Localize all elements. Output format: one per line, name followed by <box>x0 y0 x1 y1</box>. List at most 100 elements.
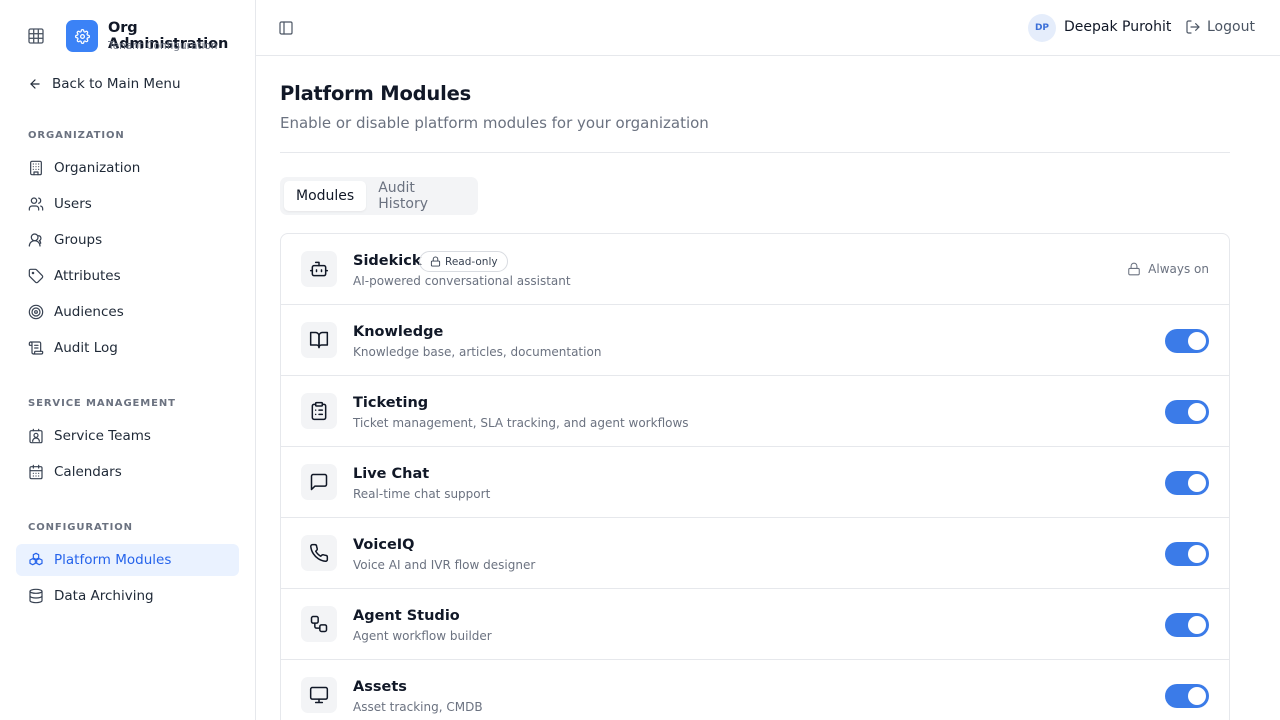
users-icon <box>28 197 44 211</box>
tab-list: Modules Audit History <box>280 177 478 215</box>
module-toggle-ticketing[interactable] <box>1165 400 1209 424</box>
section-label-configuration: CONFIGURATION <box>28 522 133 533</box>
sidebar-item-organization[interactable]: Organization <box>16 152 239 184</box>
brand-header: Org Administration Tenant Configuration <box>0 0 256 72</box>
sidebar-item-groups[interactable]: Groups <box>16 224 239 256</box>
section-label-service-management: SERVICE MANAGEMENT <box>28 398 176 409</box>
section-label-organization: ORGANIZATION <box>28 130 125 141</box>
sidebar-item-label: Audit Log <box>54 340 118 356</box>
sidebar-item-label: Data Archiving <box>54 588 154 604</box>
user-name[interactable]: Deepak Purohit <box>1064 19 1171 35</box>
lock-icon <box>430 256 441 267</box>
divider <box>280 152 1230 153</box>
module-row-ticketing: Ticketing Ticket management, SLA trackin… <box>281 376 1229 447</box>
module-description: Agent workflow builder <box>353 629 492 643</box>
sidebar-item-label: Users <box>54 196 92 212</box>
logout-label: Logout <box>1207 19 1255 35</box>
read-only-badge: Read-only <box>419 251 508 272</box>
module-row-knowledge: Knowledge Knowledge base, articles, docu… <box>281 305 1229 376</box>
back-label: Back to Main Menu <box>52 76 181 92</box>
scroll-icon <box>28 341 44 355</box>
bot-icon <box>309 261 329 277</box>
sidebar-item-label: Attributes <box>54 268 121 284</box>
module-description: AI-powered conversational assistant <box>353 274 571 288</box>
module-name: Knowledge <box>353 324 444 340</box>
sidebar-item-label: Service Teams <box>54 428 151 444</box>
sidebar-item-audiences[interactable]: Audiences <box>16 296 239 328</box>
sidebar-item-users[interactable]: Users <box>16 188 239 220</box>
sidebar-toggle-icon[interactable] <box>278 20 294 36</box>
building-icon <box>30 160 42 176</box>
module-name: VoiceIQ <box>353 537 415 553</box>
tab-modules[interactable]: Modules <box>284 181 367 211</box>
sidebar-item-platform-modules[interactable]: Platform Modules <box>16 544 239 576</box>
toggle-knob <box>1188 545 1206 563</box>
module-icon-box <box>301 464 337 500</box>
module-description: Voice AI and IVR flow designer <box>353 558 536 572</box>
module-row-assets: Assets Asset tracking, CMDB <box>281 660 1229 720</box>
tag-icon <box>28 268 44 284</box>
app-grid-icon[interactable] <box>28 28 44 44</box>
logout-icon <box>1186 20 1200 34</box>
settings-gear-icon <box>74 28 90 44</box>
avatar[interactable]: DP <box>1028 14 1056 42</box>
sidebar-item-data-archiving[interactable]: Data Archiving <box>16 580 239 612</box>
module-row-live-chat: Live Chat Real-time chat support <box>281 447 1229 518</box>
module-toggle-assets[interactable] <box>1165 684 1209 708</box>
sidebar-item-service-teams[interactable]: Service Teams <box>16 420 239 452</box>
sidebar-item-calendars[interactable]: Calendars <box>16 456 239 488</box>
module-name: Ticketing <box>353 395 429 411</box>
module-toggle-voiceiq[interactable] <box>1165 542 1209 566</box>
message-square-icon <box>310 473 328 491</box>
module-name: Assets <box>353 679 407 695</box>
sidebar-item-label: Audiences <box>54 304 124 320</box>
toggle-knob <box>1188 616 1206 634</box>
status-label: Always on <box>1148 262 1209 276</box>
sidebar-item-attributes[interactable]: Attributes <box>16 260 239 292</box>
module-description: Asset tracking, CMDB <box>353 700 483 714</box>
target-icon <box>28 304 44 320</box>
groups-icon <box>28 233 42 247</box>
module-toggle-live-chat[interactable] <box>1165 471 1209 495</box>
contact-icon <box>29 428 43 444</box>
sidebar-item-label: Organization <box>54 160 141 176</box>
module-row-voiceiq: VoiceIQ Voice AI and IVR flow designer <box>281 518 1229 589</box>
module-description: Knowledge base, articles, documentation <box>353 345 602 359</box>
module-description: Real-time chat support <box>353 487 491 501</box>
boxes-icon <box>29 552 43 566</box>
sidebar-item-label: Platform Modules <box>54 552 172 568</box>
page-title: Platform Modules <box>280 82 472 105</box>
module-name: Live Chat <box>353 466 430 482</box>
back-to-main-menu-link[interactable]: Back to Main Menu <box>28 74 181 94</box>
module-icon-box <box>301 535 337 571</box>
workflow-icon <box>310 615 328 633</box>
brand-subtitle: Tenant Configuration <box>108 40 218 52</box>
badge-label: Read-only <box>445 255 498 268</box>
module-description: Ticket management, SLA tracking, and age… <box>353 416 689 430</box>
toggle-knob <box>1188 474 1206 492</box>
module-toggle-knowledge[interactable] <box>1165 329 1209 353</box>
calendar-icon <box>29 464 43 480</box>
logout-button[interactable]: Logout <box>1185 19 1255 35</box>
module-name: Sidekick <box>353 253 422 269</box>
arrow-left-icon <box>30 79 40 89</box>
module-icon-box <box>301 606 337 642</box>
module-toggle-agent-studio[interactable] <box>1165 613 1209 637</box>
sidebar-item-audit-log[interactable]: Audit Log <box>16 332 239 364</box>
sidebar-item-label: Groups <box>54 232 103 248</box>
phone-icon <box>310 543 329 563</box>
module-name: Agent Studio <box>353 608 460 624</box>
top-header: DP Deepak Purohit Logout <box>256 0 1280 56</box>
brand-logo <box>66 20 98 52</box>
module-icon-box <box>301 677 337 713</box>
toggle-knob <box>1188 403 1206 421</box>
module-row-agent-studio: Agent Studio Agent workflow builder <box>281 589 1229 660</box>
clipboard-list-icon <box>311 401 327 421</box>
sidebar-item-label: Calendars <box>54 464 122 480</box>
monitor-icon <box>309 686 329 704</box>
toggle-knob <box>1188 332 1206 350</box>
module-icon-box <box>301 251 337 287</box>
tab-audit-history[interactable]: Audit History <box>366 180 474 212</box>
book-open-icon <box>309 331 329 349</box>
page-subtitle: Enable or disable platform modules for y… <box>280 114 709 132</box>
